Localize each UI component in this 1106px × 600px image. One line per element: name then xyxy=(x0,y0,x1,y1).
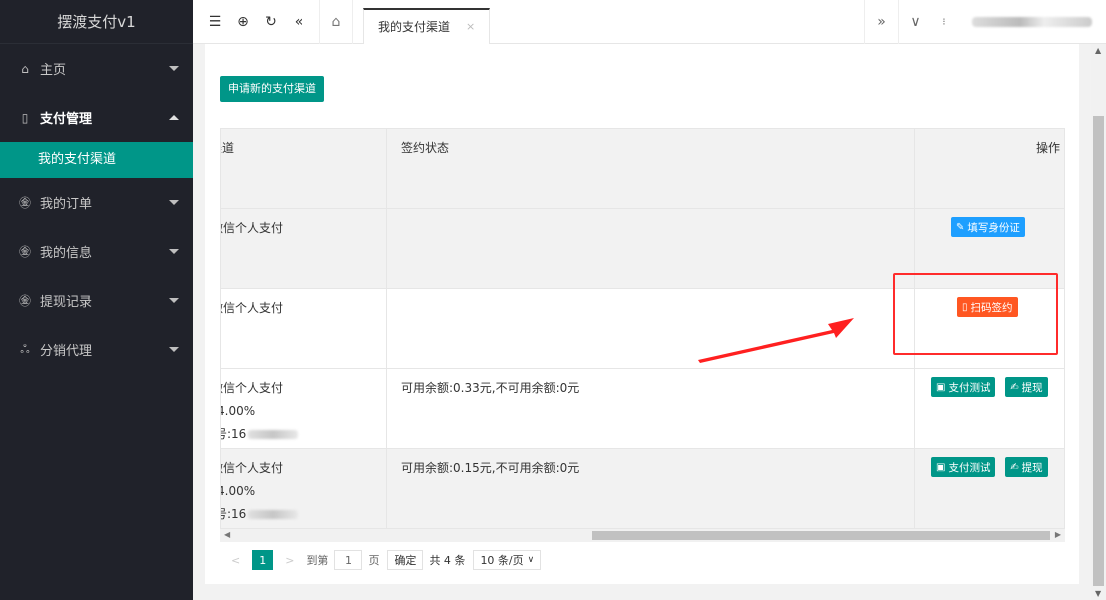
channel-account: 号:16 xyxy=(221,507,247,521)
edit-icon: ✍ xyxy=(1010,461,1019,473)
caret-up-icon xyxy=(169,115,179,120)
tab-my-channels[interactable]: 我的支付渠道 × xyxy=(363,7,491,44)
yen-circle-icon: ㊎ xyxy=(18,294,31,308)
close-icon[interactable]: × xyxy=(466,20,475,33)
menu-toggle-icon[interactable]: ☰ xyxy=(201,14,229,30)
column-header-actions: 操作 xyxy=(1035,141,1060,155)
caret-down-icon xyxy=(169,298,179,303)
image-icon: ▣ xyxy=(936,381,946,393)
column-header-status: 签约状态 xyxy=(387,129,915,208)
withdraw-button[interactable]: ✍ 提现 xyxy=(1005,457,1048,477)
table-row: 微信个人支付 4.00% 号:16 可用余额:0.15元,不可用余额:0元 ▣支… xyxy=(221,449,1064,529)
pay-test-button[interactable]: ▣ 支付测试 xyxy=(931,457,996,477)
edit-icon: ✍ xyxy=(1010,381,1019,393)
chevron-down-icon: ∨ xyxy=(527,555,535,565)
caret-down-icon xyxy=(169,66,179,71)
globe-icon[interactable]: ⊕ xyxy=(229,14,257,30)
goto-page-input[interactable]: 1 xyxy=(334,550,363,570)
channel-name: 微信个人支付 xyxy=(221,301,284,315)
pagination: < 1 > 到第 1 页 确定 共 4 条 10 条/页 ∨ xyxy=(225,547,547,573)
vertical-scrollbar[interactable]: ▲ ▼ xyxy=(1091,44,1106,600)
table-row: 微信个人支付 4.00% 号:16 可用余额:0.33元,不可用余额:0元 ▣支… xyxy=(221,369,1064,449)
status-cell: 可用余额:0.15元,不可用余额:0元 xyxy=(387,449,915,528)
tablet-icon: ▯ xyxy=(21,110,29,125)
user-icon: ஃ xyxy=(20,341,30,356)
more-icon[interactable]: ⁝ xyxy=(932,0,956,44)
caret-down-icon xyxy=(169,249,179,254)
sidebar-item-label: 提现记录 xyxy=(40,295,93,310)
chevron-down-icon[interactable]: ∨ xyxy=(898,0,932,44)
top-header: ☰ ⊕ ↻ « ⌂ 我的支付渠道 × » ∨ ⁝ xyxy=(193,0,1106,44)
refresh-icon[interactable]: ↻ xyxy=(257,14,285,30)
sidebar-subitem-my-channels[interactable]: 我的支付渠道 xyxy=(0,142,193,178)
page-size-select[interactable]: 10 条/页 ∨ xyxy=(473,550,542,570)
column-header-channel: 渠道 xyxy=(221,141,235,155)
goto-confirm-button[interactable]: 确定 xyxy=(387,550,424,570)
sidebar-item-agent[interactable]: ஃ 分销代理 xyxy=(0,325,193,374)
prev-page-button[interactable]: < xyxy=(225,550,247,570)
apply-channel-button[interactable]: 申请新的支付渠道 xyxy=(220,76,324,102)
pencil-icon: ✎ xyxy=(956,221,965,233)
status-cell: 可用余额:0.33元,不可用余额:0元 xyxy=(387,369,915,448)
channel-name: 微信个人支付 xyxy=(221,221,284,235)
sidebar-item-home[interactable]: ⌂ 主页 xyxy=(0,44,193,93)
withdraw-button[interactable]: ✍ 提现 xyxy=(1005,377,1048,397)
double-left-icon[interactable]: « xyxy=(285,14,313,30)
annotation-arrow xyxy=(698,318,854,363)
sidebar-item-orders[interactable]: ㊎ 我的订单 xyxy=(0,178,193,227)
page-unit-label: 页 xyxy=(368,554,380,567)
channel-account: 号:16 xyxy=(221,427,247,441)
home-icon: ⌂ xyxy=(21,61,29,76)
sidebar: 摆渡支付v1 ⌂ 主页 ▯ 支付管理 我的支付渠道 ㊎ 我的订单 ㊎ 我的信息 … xyxy=(0,0,193,600)
scrollbar-thumb[interactable] xyxy=(1093,116,1104,586)
yen-circle-icon: ㊎ xyxy=(18,245,31,259)
total-count: 共 4 条 xyxy=(429,554,466,567)
status-cell xyxy=(387,209,915,288)
sidebar-item-label: 分销代理 xyxy=(40,344,93,359)
scroll-right-icon[interactable]: ▶ xyxy=(1055,530,1061,539)
scrollbar-thumb[interactable] xyxy=(592,531,1050,540)
app-title: 摆渡支付v1 xyxy=(0,0,193,44)
image-icon: ▣ xyxy=(936,461,946,473)
double-right-icon[interactable]: » xyxy=(864,0,898,44)
horizontal-scrollbar[interactable]: ◀ ▶ xyxy=(220,528,1065,542)
channel-rate: 4.00% xyxy=(221,484,256,498)
highlight-box xyxy=(893,273,1058,355)
sidebar-item-payment-management[interactable]: ▯ 支付管理 xyxy=(0,93,193,142)
sidebar-item-label: 主页 xyxy=(40,63,67,78)
pay-test-button[interactable]: ▣ 支付测试 xyxy=(931,377,996,397)
page-1-button[interactable]: 1 xyxy=(252,550,274,570)
user-menu[interactable] xyxy=(972,17,1092,27)
scroll-down-icon[interactable]: ▼ xyxy=(1095,589,1101,598)
caret-down-icon xyxy=(169,347,179,352)
sidebar-item-withdrawals[interactable]: ㊎ 提现记录 xyxy=(0,276,193,325)
sidebar-item-label: 我的订单 xyxy=(40,197,93,212)
sidebar-item-my-info[interactable]: ㊎ 我的信息 xyxy=(0,227,193,276)
goto-label: 到第 xyxy=(306,554,329,567)
caret-down-icon xyxy=(169,200,179,205)
channel-name: 微信个人支付 xyxy=(221,381,284,395)
sidebar-item-label: 我的信息 xyxy=(40,246,93,261)
blurred-account xyxy=(248,510,299,519)
tab-label: 我的支付渠道 xyxy=(378,20,451,34)
blurred-account xyxy=(248,430,299,439)
fill-id-button[interactable]: ✎ 填写身份证 xyxy=(951,217,1025,237)
scroll-up-icon[interactable]: ▲ xyxy=(1095,46,1101,55)
yen-circle-icon: ㊎ xyxy=(18,196,31,210)
next-page-button[interactable]: > xyxy=(279,550,301,570)
scroll-left-icon[interactable]: ◀ xyxy=(224,530,230,539)
sidebar-item-label: 支付管理 xyxy=(40,112,93,127)
header-right: » ∨ ⁝ xyxy=(864,0,1106,44)
channel-name: 微信个人支付 xyxy=(221,461,284,475)
channel-rate: 4.00% xyxy=(221,404,256,418)
home-tab-icon[interactable]: ⌂ xyxy=(319,0,353,44)
table-header-row: 渠道 签约状态 操作 xyxy=(221,129,1064,209)
